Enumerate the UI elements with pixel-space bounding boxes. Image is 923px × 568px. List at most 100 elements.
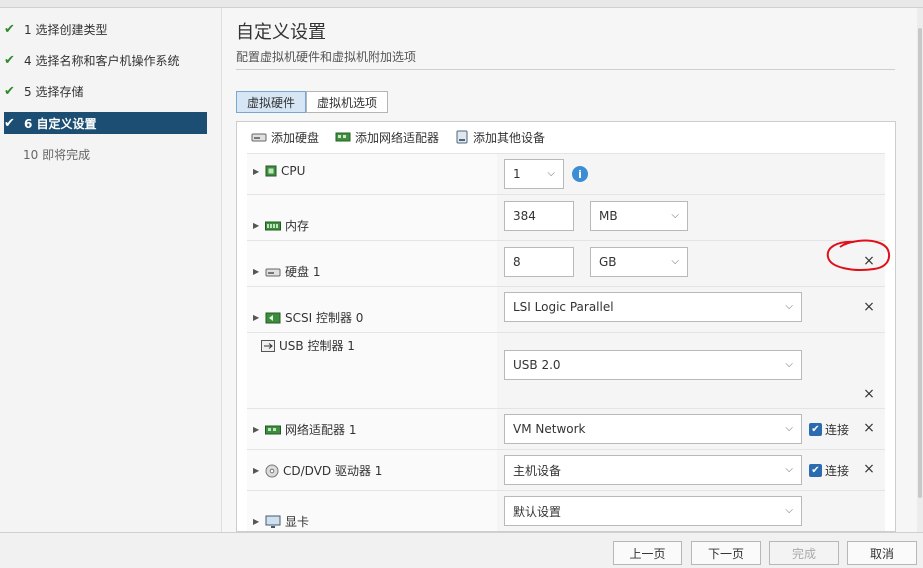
hard-disk-label: 硬盘 1 [285,265,321,279]
network-adapter-label-group[interactable]: ▶ 网络适配器 1 [253,421,356,438]
check-icon: ✔ [4,21,15,37]
chevron-down-icon: ⌵ [671,256,679,267]
previous-button[interactable]: 上一页 [613,541,682,565]
chevron-down-icon: ⌵ [785,423,793,434]
scsi-type-value: LSI Logic Parallel [513,300,614,314]
expand-caret-icon[interactable]: ▶ [253,517,261,526]
scrollbar[interactable] [917,8,923,532]
cpu-count-value: 1 [513,167,521,181]
video-card-label-group[interactable]: ▶ 显卡 [253,513,309,530]
cpu-label-group[interactable]: ▶ CPU [253,164,305,178]
expand-caret-icon[interactable]: ▶ [253,313,261,322]
add-network-adapter-label: 添加网络适配器 [355,130,440,145]
step-select-type[interactable]: ✔ 1 选择创建类型 [4,18,207,40]
network-adapter-label: 网络适配器 1 [285,423,357,437]
cpu-icon [265,165,277,177]
check-icon: ✔ [4,83,15,99]
checkbox-checked-icon: ✔ [809,423,822,436]
checkbox-checked-icon: ✔ [809,464,822,477]
cpu-controls: 1 ⌵ i [497,154,885,194]
chevron-down-icon: ⌵ [785,301,793,312]
scrollbar-thumb[interactable] [918,28,922,498]
wizard-footer: 上一页 下一页 完成 取消 [0,532,923,568]
step-customize-settings[interactable]: ✔ 6 自定义设置 [4,112,207,134]
scsi-type-select[interactable]: LSI Logic Parallel ⌵ [504,292,802,322]
cd-dvd-connect-checkbox[interactable]: ✔ 连接 [809,462,849,479]
video-card-row: ▶ 显卡 默认设置 ⌵ [247,490,885,531]
disk-size-input[interactable]: 8 [504,247,574,277]
network-card-icon [335,132,351,142]
info-icon[interactable]: i [572,166,588,182]
memory-row: ▶ 内存 384 MB ⌵ [247,194,885,240]
window-top-strip [0,0,923,8]
memory-unit-select[interactable]: MB ⌵ [590,201,688,231]
cancel-button[interactable]: 取消 [847,541,917,565]
next-button[interactable]: 下一页 [691,541,761,565]
remove-cd-dvd-button[interactable]: × [862,461,876,477]
step-name-os[interactable]: ✔ 4 选择名称和客户机操作系统 [4,49,207,71]
disk-unit-select[interactable]: GB ⌵ [590,247,688,277]
tab-virtual-hardware[interactable]: 虚拟硬件 [236,91,307,113]
network-select[interactable]: VM Network ⌵ [504,414,802,444]
cd-dvd-value: 主机设备 [513,463,562,478]
hard-disk-icon [265,268,281,276]
device-icon [456,130,468,144]
cd-dvd-controls: 主机设备 ⌵ ✔ 连接 × [497,450,885,490]
memory-label: 内存 [285,219,310,233]
memory-label-group[interactable]: ▶ 内存 [253,217,309,234]
cpu-label: CPU [281,164,306,178]
cpu-count-select[interactable]: 1 ⌵ [504,159,564,189]
usb-icon [261,339,275,352]
step-select-storage[interactable]: ✔ 5 选择存储 [4,80,207,102]
nic-connect-label: 连接 [825,423,850,437]
cpu-row: ▶ CPU 1 ⌵ i [247,153,885,194]
finish-button[interactable]: 完成 [769,541,839,565]
chevron-down-icon: ⌵ [785,505,793,516]
usb-type-value: USB 2.0 [513,358,561,372]
cd-dvd-icon [265,464,279,477]
memory-size-input[interactable]: 384 [504,201,574,231]
cd-dvd-row: ▶ CD/DVD 驱动器 1 主机设备 ⌵ ✔ 连接 × [247,449,885,490]
expand-caret-icon[interactable]: ▶ [253,167,261,176]
step-label: 10 即将完成 [23,147,91,162]
scsi-controller-icon [265,312,281,323]
tab-bar: 虚拟硬件 虚拟机选项 [236,91,389,113]
remove-nic-button[interactable]: × [862,420,876,436]
network-adapter-controls: VM Network ⌵ ✔ 连接 × [497,409,885,449]
chevron-down-icon: ⌵ [671,210,679,221]
cd-dvd-select[interactable]: 主机设备 ⌵ [504,455,802,485]
step-label: 1 选择创建类型 [24,22,108,37]
step-ready-to-complete[interactable]: 10 即将完成 [4,143,207,165]
video-settings-value: 默认设置 [513,504,562,519]
page-subtitle: 配置虚拟机硬件和虚拟机附加选项 [236,50,417,64]
remove-scsi-button[interactable]: × [862,299,876,315]
video-settings-select[interactable]: 默认设置 ⌵ [504,496,802,526]
expand-caret-icon[interactable]: ▶ [253,425,261,434]
usb-type-select[interactable]: USB 2.0 ⌵ [504,350,802,380]
red-annotation-circle [826,239,891,271]
usb-label-group[interactable]: USB 控制器 1 [261,337,355,354]
expand-caret-icon[interactable]: ▶ [253,267,261,276]
memory-unit-value: MB [599,209,618,223]
scsi-label: SCSI 控制器 0 [285,311,364,325]
usb-controls: USB 2.0 ⌵ × [497,333,885,408]
cd-dvd-label-group[interactable]: ▶ CD/DVD 驱动器 1 [253,462,382,479]
wizard-steps: ✔ 1 选择创建类型 ✔ 4 选择名称和客户机操作系统 ✔ 5 选择存储 ✔ 6… [0,8,222,532]
scsi-controls: LSI Logic Parallel ⌵ × [497,287,885,332]
add-other-device-button[interactable]: 添加其他设备 [455,129,545,146]
add-other-device-label: 添加其他设备 [473,130,546,145]
memory-icon [265,221,281,230]
step-label: 5 选择存储 [24,84,84,99]
chevron-down-icon: ⌵ [785,464,793,475]
add-network-adapter-button[interactable]: 添加网络适配器 [335,129,439,146]
scsi-label-group[interactable]: ▶ SCSI 控制器 0 [253,309,363,326]
expand-caret-icon[interactable]: ▶ [253,221,261,230]
hard-disk-label-group[interactable]: ▶ 硬盘 1 [253,263,320,280]
monitor-icon [265,515,281,528]
add-disk-button[interactable]: 添加硬盘 [251,129,319,146]
tab-vm-options[interactable]: 虚拟机选项 [306,91,389,113]
expand-caret-icon[interactable]: ▶ [253,466,261,475]
nic-connect-checkbox[interactable]: ✔ 连接 [809,421,849,438]
remove-usb-button[interactable]: × [862,386,876,402]
memory-controls: 384 MB ⌵ [497,195,885,240]
